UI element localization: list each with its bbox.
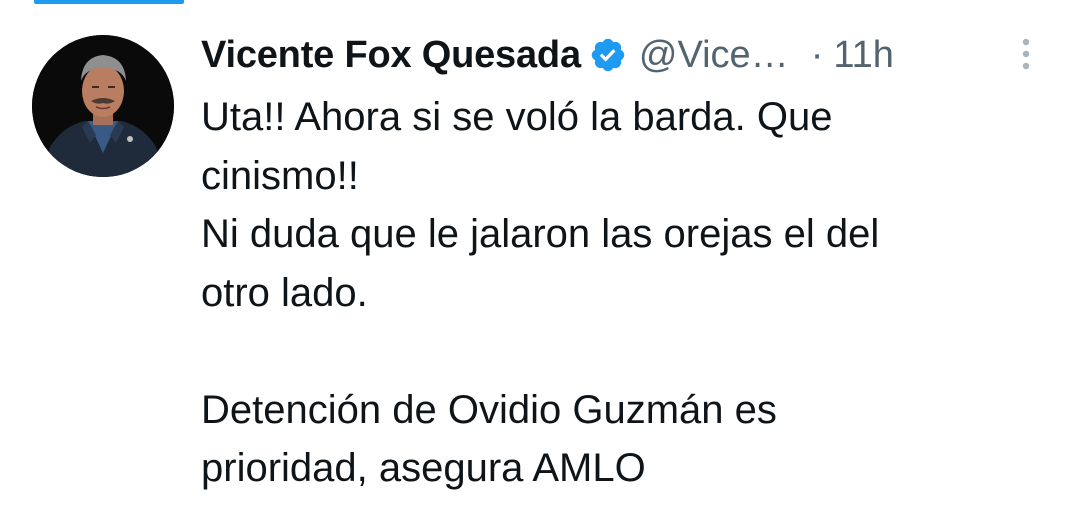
more-options-icon[interactable] xyxy=(1018,36,1034,72)
tweet[interactable]: Vicente Fox Quesada @Vice… · 11h Uta!! A… xyxy=(0,0,1080,509)
avatar[interactable] xyxy=(32,35,174,177)
author-display-name[interactable]: Vicente Fox Quesada xyxy=(201,34,581,77)
tweet-text: Uta!! Ahora si se voló la barda. Que cin… xyxy=(201,95,880,490)
tweet-header: Vicente Fox Quesada @Vice… · 11h xyxy=(201,30,1051,80)
separator-dot: · xyxy=(810,33,824,76)
tweet-timestamp[interactable]: 11h xyxy=(833,34,894,77)
verified-badge-icon xyxy=(589,36,627,74)
author-handle[interactable]: @Vice… xyxy=(639,34,789,77)
